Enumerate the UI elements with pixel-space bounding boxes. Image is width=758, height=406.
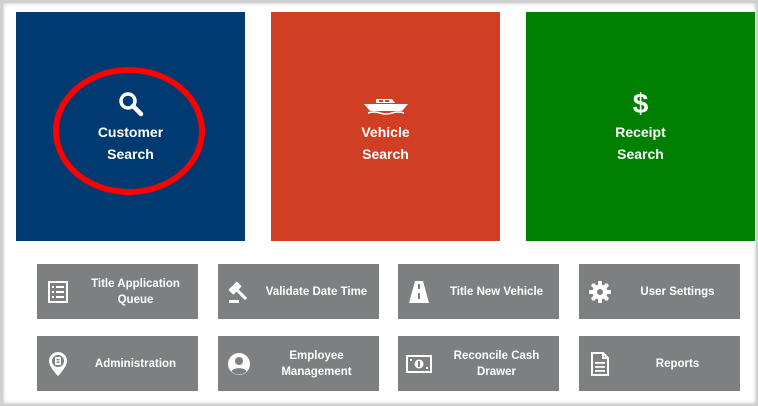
cash-icon <box>398 354 440 373</box>
administration-label: Administration <box>94 357 177 370</box>
gavel-icon <box>218 280 260 304</box>
administration-button[interactable]: Administration <box>37 336 198 391</box>
employee-management-label: Employee Management <box>281 349 352 378</box>
title-application-queue-button[interactable]: Title Application Queue <box>37 264 198 319</box>
reports-button[interactable]: Reports <box>579 336 740 391</box>
reports-label: Reports <box>655 357 700 370</box>
customer-search-label: Customer Search <box>97 123 164 162</box>
user-icon <box>218 352 260 376</box>
reconcile-cash-drawer-label: Reconcile Cash Drawer <box>453 349 540 378</box>
customer-search-tile[interactable]: Customer Search <box>16 12 245 241</box>
reconcile-cash-drawer-button[interactable]: Reconcile Cash Drawer <box>398 336 559 391</box>
road-icon <box>398 280 440 304</box>
vehicle-search-tile[interactable]: Vehicle Search <box>271 12 500 241</box>
admin-badge-icon <box>37 351 79 377</box>
gear-icon <box>579 280 621 303</box>
vehicle-search-label: Vehicle Search <box>361 123 410 162</box>
title-new-vehicle-button[interactable]: Title New Vehicle <box>398 264 559 319</box>
validate-date-time-button[interactable]: Validate Date Time <box>218 264 379 319</box>
user-settings-label: User Settings <box>640 285 715 298</box>
search-icon <box>118 89 144 119</box>
validate-date-time-label: Validate Date Time <box>265 285 368 298</box>
receipt-search-tile[interactable]: $ Receipt Search <box>526 12 755 241</box>
receipt-search-label: Receipt Search <box>615 123 666 162</box>
title-new-vehicle-label: Title New Vehicle <box>449 285 544 298</box>
document-icon <box>579 351 621 376</box>
title-application-queue-label: Title Application Queue <box>91 277 180 306</box>
user-settings-button[interactable]: User Settings <box>579 264 740 319</box>
employee-management-button[interactable]: Employee Management <box>218 336 379 391</box>
dollar-icon: $ <box>632 87 649 119</box>
boat-icon <box>362 89 410 119</box>
list-icon <box>37 280 79 303</box>
